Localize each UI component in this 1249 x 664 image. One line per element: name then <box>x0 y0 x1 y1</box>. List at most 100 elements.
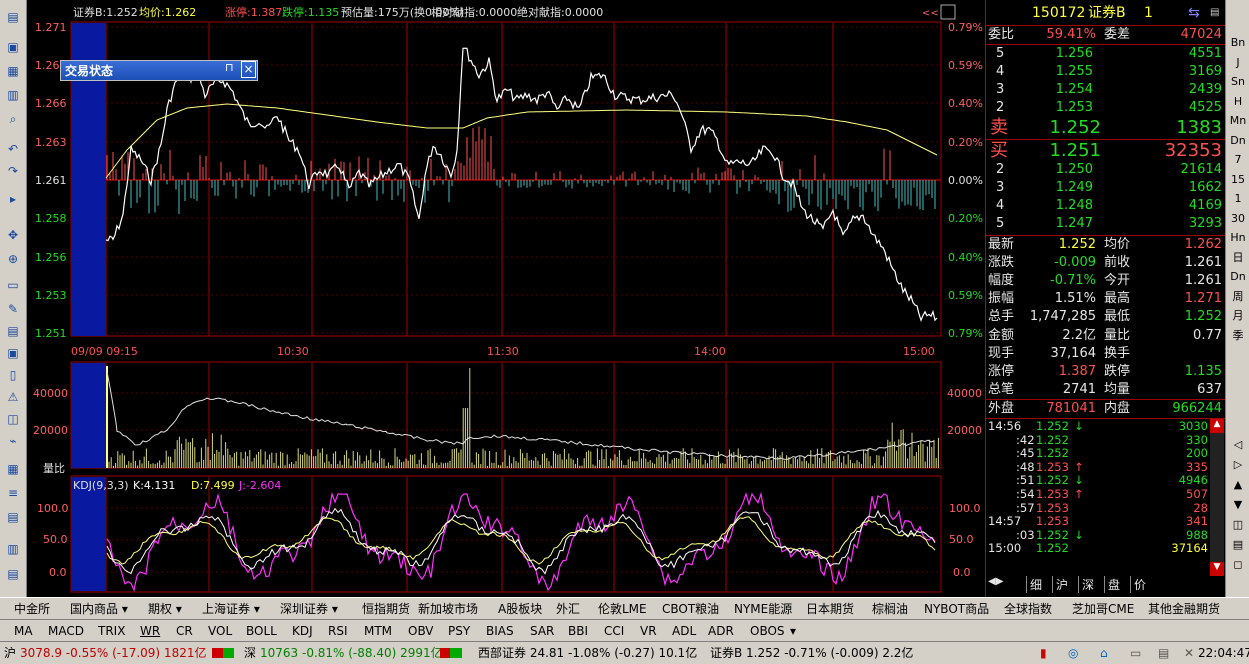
indicator-tab-wr[interactable]: WR <box>140 622 160 640</box>
indicator-tab-trix[interactable]: TRIX <box>98 622 125 640</box>
order-row[interactable]: 买 1.251 32353 <box>986 140 1225 162</box>
chart-icon[interactable]: ▤ <box>4 322 22 340</box>
window-icon[interactable]: ▣ <box>4 38 22 56</box>
market-tab-13[interactable]: 棕榈油 <box>872 600 908 618</box>
indicator-tab-adl[interactable]: ADL <box>672 622 696 640</box>
indicator-tab-bbi[interactable]: BBI <box>568 622 588 640</box>
market-tab-10[interactable]: CBOT粮油 <box>662 600 719 618</box>
market-tab-7[interactable]: A股板块 <box>498 600 542 618</box>
panel-tab-0[interactable]: 细 <box>1026 576 1042 593</box>
period-button-4[interactable]: Mn <box>1228 112 1248 130</box>
order-row[interactable]: 2 1.250 21614 <box>986 161 1225 179</box>
indicator-tab-kdj[interactable]: KDJ <box>292 622 313 640</box>
trend-icon[interactable]: ⌁ <box>4 432 22 450</box>
folder-icon[interactable]: ▤ <box>4 8 22 26</box>
order-row[interactable]: 5 1.247 3293 <box>986 215 1225 233</box>
cursor-icon[interactable]: ▸ <box>4 190 22 208</box>
period-button-7[interactable]: 15 <box>1228 171 1248 189</box>
market-tab-11[interactable]: NYME能源 <box>734 600 792 618</box>
market-tab-17[interactable]: 其他金融期货 <box>1148 600 1220 618</box>
indicator-tab-sar[interactable]: SAR <box>530 622 554 640</box>
bookmark-icon[interactable]: ▮ <box>1040 645 1047 661</box>
period-button-15[interactable]: 季 <box>1228 327 1248 345</box>
chart-tool-icon[interactable]: ◻ <box>1228 556 1248 574</box>
undo-icon[interactable]: ↶ <box>4 140 22 158</box>
market-tab-2[interactable]: 期权 ▾ <box>148 600 182 618</box>
chart-tool-icon[interactable]: ▼ <box>1228 496 1248 514</box>
tray-icon[interactable]: ▭ <box>1130 645 1141 661</box>
order-row[interactable]: 3 1.249 1662 <box>986 179 1225 197</box>
indicator-tab-boll[interactable]: BOLL <box>246 622 277 640</box>
tick-scrollbar[interactable]: ▲ ▼ <box>1210 419 1224 576</box>
trade-status-window[interactable]: 交易状态 ⊓ × <box>60 60 258 81</box>
chart-tool-icon[interactable]: ▲ <box>1228 476 1248 494</box>
table-icon[interactable]: ▦ <box>4 460 22 478</box>
indicator-tab-psy[interactable]: PSY <box>448 622 470 640</box>
indicator-tab-obos[interactable]: OBOS <box>750 622 785 640</box>
indicator-tab-bias[interactable]: BIAS <box>486 622 514 640</box>
market-tab-4[interactable]: 深圳证券 ▾ <box>280 600 338 618</box>
layers-icon[interactable]: ▤ <box>4 508 22 526</box>
period-button-2[interactable]: Sn <box>1228 73 1248 91</box>
market-tab-8[interactable]: 外汇 <box>556 600 580 618</box>
market-tab-9[interactable]: 伦敦LME <box>598 600 647 618</box>
indicator-tab-vol[interactable]: VOL <box>208 622 232 640</box>
market-tab-3[interactable]: 上海证券 ▾ <box>202 600 260 618</box>
indicator-tab-cci[interactable]: CCI <box>604 622 624 640</box>
screen-icon[interactable]: ▣ <box>4 344 22 362</box>
scroll-down-icon[interactable]: ▼ <box>1210 562 1224 576</box>
order-row[interactable]: 2 1.253 4525 <box>986 99 1225 117</box>
print-icon[interactable]: ▤ <box>1158 645 1169 661</box>
panel-tab-3[interactable]: 盘 <box>1104 576 1120 593</box>
indicator-tab-macd[interactable]: MACD <box>48 622 84 640</box>
pin-icon[interactable]: ⊓ <box>225 61 234 74</box>
market-tab-0[interactable]: 中金所 <box>14 600 50 618</box>
collapse-icon[interactable]: << <box>922 8 939 19</box>
tab-scroll-icon[interactable]: ◀▶ <box>988 576 1003 587</box>
order-row[interactable]: 4 1.248 4169 <box>986 197 1225 215</box>
period-button-6[interactable]: 7 <box>1228 151 1248 169</box>
indicator-tab-mtm[interactable]: MTM <box>364 622 392 640</box>
panel-icon[interactable]: ▥ <box>4 540 22 558</box>
period-button-12[interactable]: Dn <box>1228 268 1248 286</box>
indicator-tab-rsi[interactable]: RSI <box>328 622 348 640</box>
zoom-icon[interactable]: ⌕ <box>4 110 22 128</box>
order-row[interactable]: 3 1.254 2439 <box>986 81 1225 99</box>
indicator-tab-adr[interactable]: ADR <box>708 622 734 640</box>
indicator-tab-obv[interactable]: OBV <box>408 622 434 640</box>
period-button-0[interactable]: Bn <box>1228 34 1248 52</box>
market-tab-16[interactable]: 芝加哥CME <box>1072 600 1134 618</box>
period-button-13[interactable]: 周 <box>1228 288 1248 306</box>
line-icon[interactable]: ▭ <box>4 276 22 294</box>
panel-tab-4[interactable]: 价 <box>1130 576 1146 593</box>
market-tab-1[interactable]: 国内商品 ▾ <box>70 600 128 618</box>
grid-icon[interactable]: ▦ <box>4 62 22 80</box>
pen-icon[interactable]: ✎ <box>4 300 22 318</box>
period-button-9[interactable]: 30 <box>1228 210 1248 228</box>
intraday-chart[interactable]: 证券B:1.252 均价:1.262 涨停:1.387 跌停:1.135 预估量… <box>27 0 985 597</box>
indicator-tab-cr[interactable]: CR <box>176 622 193 640</box>
panel-tab-1[interactable]: 沪 <box>1052 576 1068 593</box>
period-button-10[interactable]: Hn <box>1228 229 1248 247</box>
fund-icon[interactable]: ◫ <box>4 410 22 428</box>
switch-icon[interactable]: ⇆ <box>1188 4 1200 22</box>
market-tab-6[interactable]: 新加坡市场 <box>418 600 478 618</box>
warning-icon[interactable]: ⚠ <box>4 388 22 406</box>
move-icon[interactable]: ✥ <box>4 226 22 244</box>
chart-tool-icon[interactable]: ◫ <box>1228 516 1248 534</box>
order-row[interactable]: 4 1.255 3169 <box>986 63 1225 81</box>
indicator-tab-vr[interactable]: VR <box>640 622 657 640</box>
period-button-11[interactable]: 日 <box>1228 249 1248 267</box>
market-tab-12[interactable]: 日本期货 <box>806 600 854 618</box>
redo-icon[interactable]: ↷ <box>4 162 22 180</box>
indicator-more-icon[interactable]: ▾ <box>790 622 796 640</box>
search-icon[interactable]: ⊕ <box>4 250 22 268</box>
tools-icon[interactable]: ✕ <box>1184 645 1194 661</box>
period-button-1[interactable]: J <box>1228 54 1248 72</box>
list-icon[interactable]: ▤ <box>4 565 22 583</box>
market-tab-15[interactable]: 全球指数 <box>1004 600 1052 618</box>
chart-tool-icon[interactable]: ◁ <box>1228 436 1248 454</box>
scroll-up-icon[interactable]: ▲ <box>1210 419 1224 433</box>
indicator-tab-ma[interactable]: MA <box>14 622 33 640</box>
scroll-icon[interactable]: ▤ <box>1210 4 1219 22</box>
